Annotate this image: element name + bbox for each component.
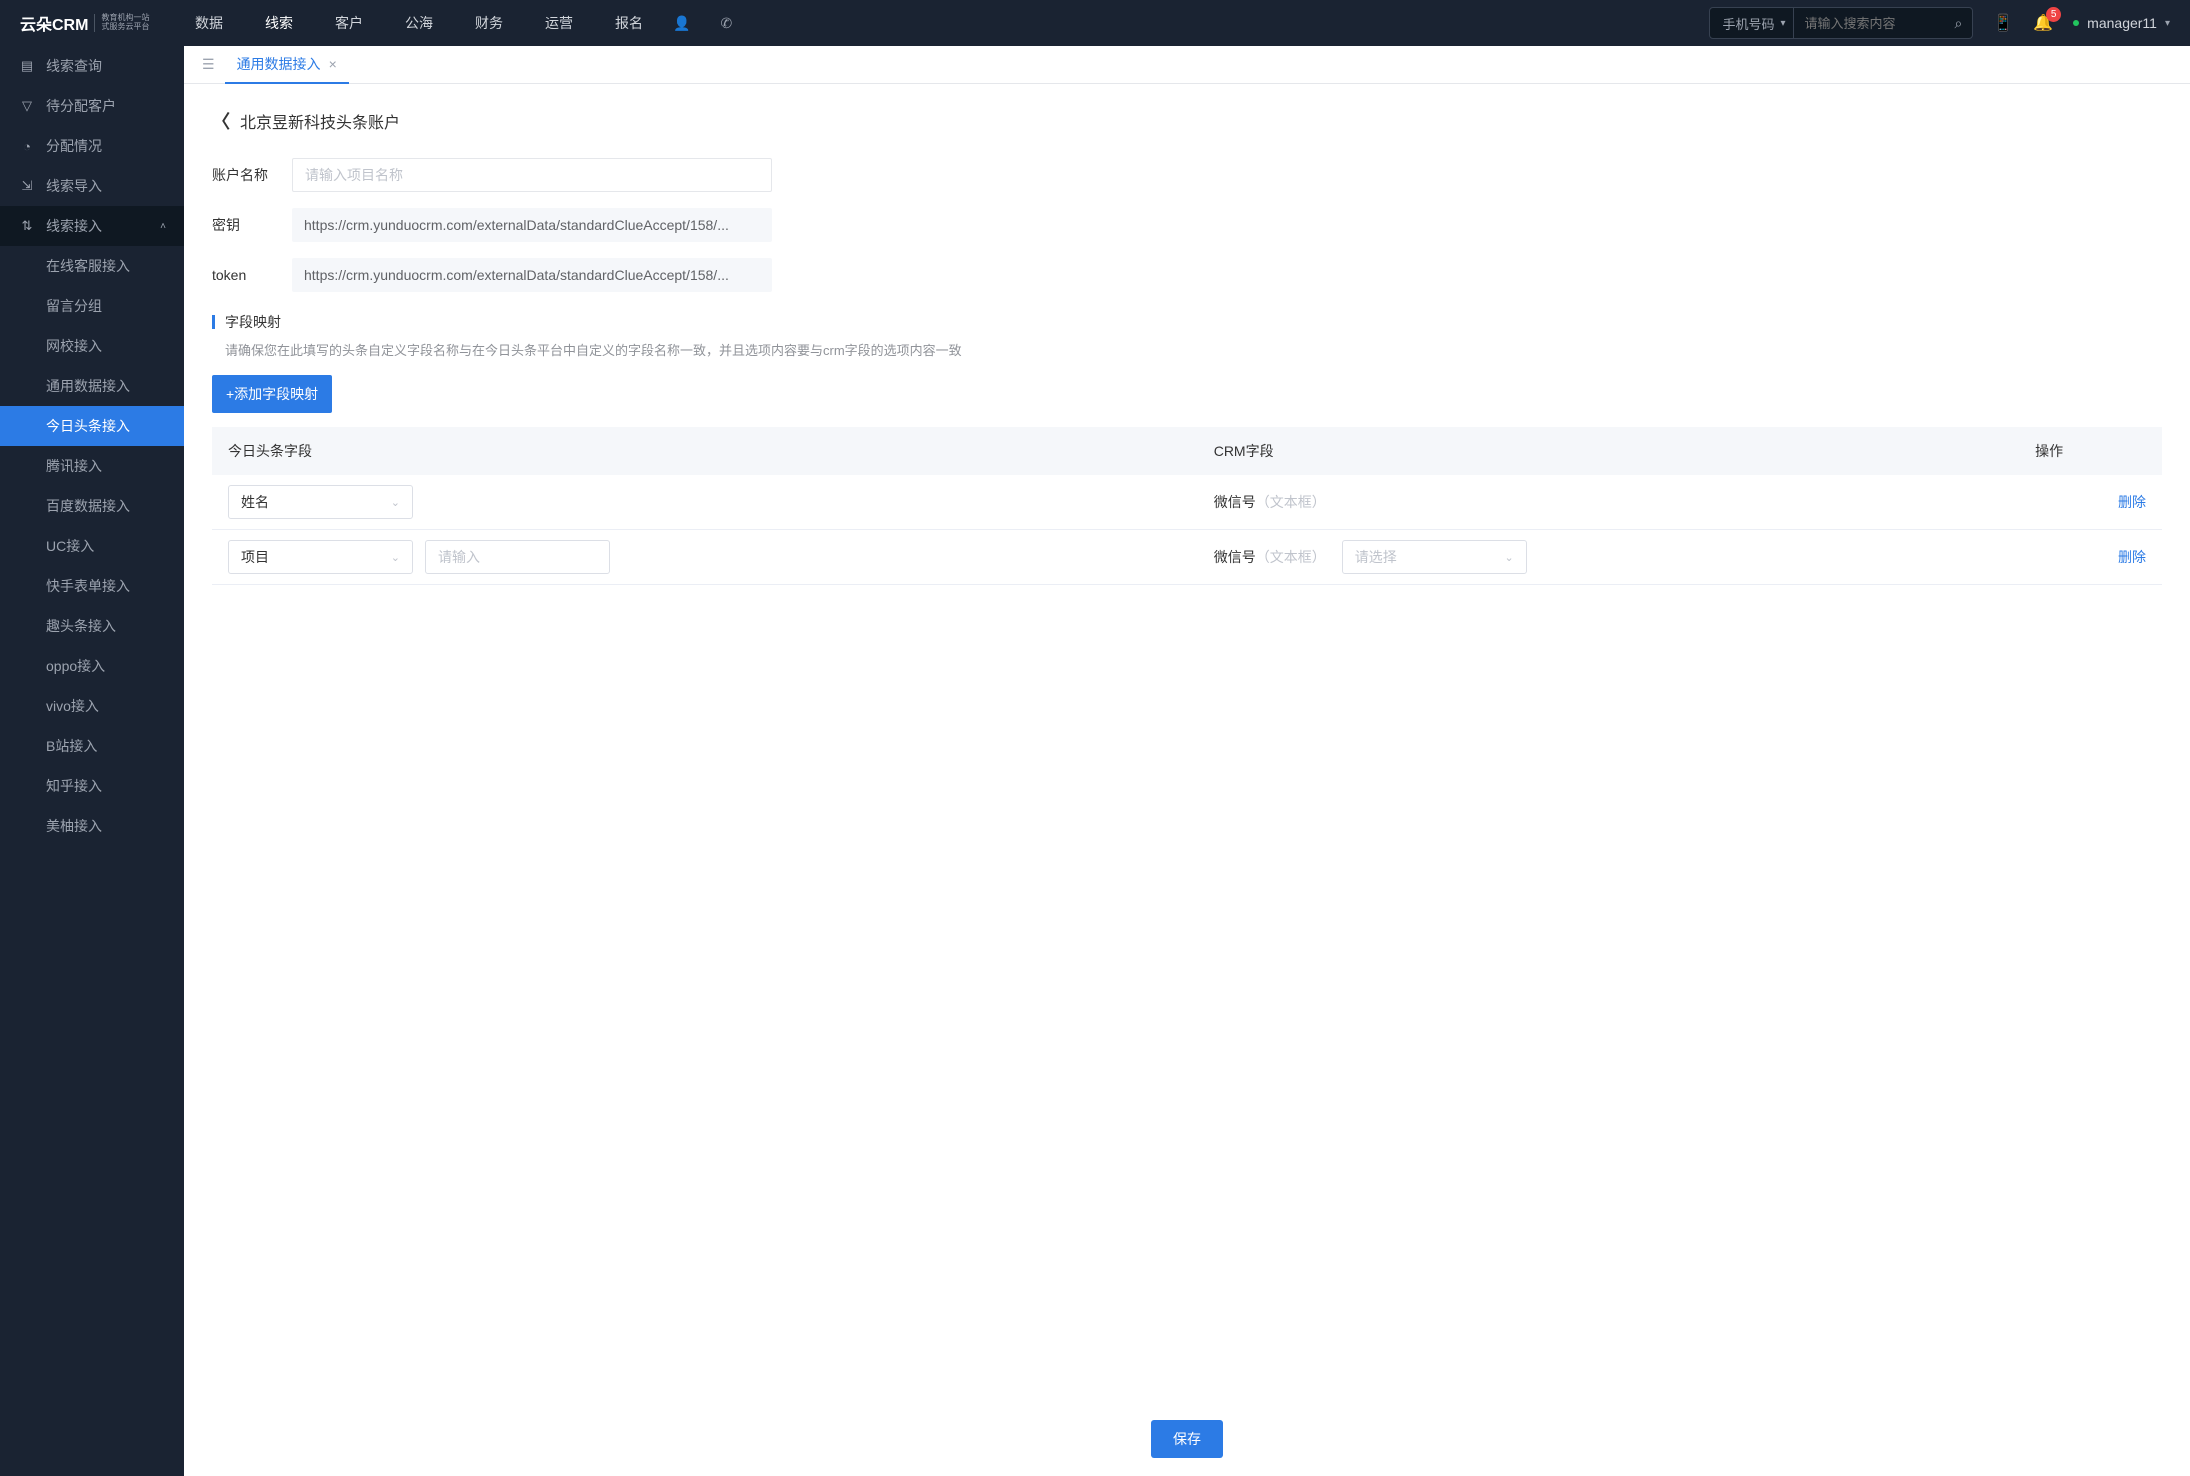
tab-active[interactable]: 通用数据接入 × — [225, 46, 349, 84]
delete-link[interactable]: 删除 — [2118, 549, 2146, 565]
table-row: 姓名⌄微信号（文本框）删除 — [212, 475, 2162, 530]
user-menu[interactable]: manager11 ▾ — [2073, 15, 2170, 31]
field-mapping-desc: 请确保您在此填写的头条自定义字段名称与在今日头条平台中自定义的字段名称一致，并且… — [225, 340, 2162, 359]
sidebar-sub-item[interactable]: 通用数据接入 — [0, 366, 184, 406]
content: 〈 北京昱新科技头条账户 账户名称 密钥 https://crm.yunduoc… — [184, 84, 2190, 1401]
top-header: 云朵CRM 教育机构一站 式服务云平台 数据 线索 客户 公海 财务 运营 报名 👤 ✆ 手… — [0, 0, 2190, 46]
crm-field-select[interactable]: 请选择⌄ — [1342, 540, 1527, 574]
nav-item[interactable]: 线索 — [265, 13, 293, 33]
logo-text: 云朵CRM — [20, 11, 88, 35]
sidebar-icon: ◔ — [18, 139, 36, 154]
sidebar-item-expandable[interactable]: ⇅线索接入˄ — [0, 206, 184, 246]
search-input[interactable] — [1794, 16, 1944, 31]
secret-label: 密钥 — [212, 215, 292, 235]
sidebar-icon: ▤ — [18, 58, 36, 74]
notification-badge: 5 — [2046, 7, 2061, 22]
sidebar-sub-item[interactable]: 在线客服接入 — [0, 246, 184, 286]
sidebar-item[interactable]: ⇲线索导入 — [0, 166, 184, 206]
page-header: 〈 北京昱新科技头条账户 — [212, 108, 2162, 134]
sidebar-sub-item[interactable]: 网校接入 — [0, 326, 184, 366]
logo-sub: 教育机构一站 式服务云平台 — [94, 14, 149, 32]
search-icon[interactable]: ⌕ — [1944, 15, 1972, 32]
page-title: 北京昱新科技头条账户 — [240, 109, 400, 133]
sidebar-sub-item[interactable]: 留言分组 — [0, 286, 184, 326]
th-toutiao: 今日头条字段 — [212, 427, 1198, 475]
tab-menu-icon[interactable]: ☰ — [192, 56, 225, 73]
sidebar-sub-item[interactable]: 快手表单接入 — [0, 566, 184, 606]
sidebar-sub-item[interactable]: 百度数据接入 — [0, 486, 184, 526]
sidebar-icon: ⇲ — [18, 178, 36, 194]
token-display[interactable]: https://crm.yunduocrm.com/externalData/s… — [292, 258, 772, 292]
account-name-input[interactable] — [292, 158, 772, 192]
sidebar-item[interactable]: ▽待分配客户 — [0, 86, 184, 126]
search-box: 手机号码 ⌕ — [1709, 7, 1973, 39]
status-dot-icon — [2073, 20, 2079, 26]
tab-bar: ☰ 通用数据接入 × — [184, 46, 2190, 84]
table-row: 项目⌄微信号（文本框）请选择⌄删除 — [212, 530, 2162, 585]
nav-item[interactable]: 运营 — [545, 13, 573, 33]
chevron-up-icon: ˄ — [160, 221, 166, 232]
token-label: token — [212, 267, 292, 283]
tab-label: 通用数据接入 — [237, 54, 321, 74]
mapping-table: 今日头条字段 CRM字段 操作 姓名⌄微信号（文本框）删除项目⌄微信号（文本框）… — [212, 427, 2162, 585]
chevron-down-icon: ▾ — [2165, 18, 2170, 29]
device-icon[interactable]: 📱 — [1993, 13, 2013, 33]
add-field-mapping-button[interactable]: +添加字段映射 — [212, 375, 332, 413]
back-icon[interactable]: 〈 — [212, 108, 230, 134]
sidebar-sub-item[interactable]: B站接入 — [0, 726, 184, 766]
chevron-down-icon: ⌄ — [391, 551, 400, 564]
logo: 云朵CRM 教育机构一站 式服务云平台 — [20, 11, 165, 35]
user-name: manager11 — [2087, 15, 2157, 31]
nav-item[interactable]: 数据 — [195, 13, 223, 33]
toutiao-extra-input[interactable] — [425, 540, 610, 574]
sidebar-sub-item[interactable]: 今日头条接入 — [0, 406, 184, 446]
toutiao-field-select[interactable]: 姓名⌄ — [228, 485, 413, 519]
chevron-down-icon: ⌄ — [391, 496, 400, 509]
nav-item[interactable]: 财务 — [475, 13, 503, 33]
nav-item[interactable]: 客户 — [335, 13, 363, 33]
sidebar-item[interactable]: ◔分配情况 — [0, 126, 184, 166]
th-crm: CRM字段 — [1198, 427, 2019, 475]
phone-icon[interactable]: ✆ — [720, 15, 732, 32]
tab-close-icon[interactable]: × — [329, 56, 337, 72]
sidebar-sub-item[interactable]: 趣头条接入 — [0, 606, 184, 646]
section-bar-icon — [212, 315, 215, 329]
sidebar-sub-item[interactable]: 知乎接入 — [0, 766, 184, 806]
nav-item[interactable]: 公海 — [405, 13, 433, 33]
nav-item[interactable]: 报名 — [615, 13, 643, 33]
sidebar-item[interactable]: ▤线索查询 — [0, 46, 184, 86]
account-name-label: 账户名称 — [212, 165, 292, 185]
save-button[interactable]: 保存 — [1151, 1420, 1223, 1458]
sidebar-sub-item[interactable]: 美柚接入 — [0, 806, 184, 846]
sidebar-icon: ⇅ — [18, 218, 36, 234]
secret-display[interactable]: https://crm.yunduocrm.com/externalData/s… — [292, 208, 772, 242]
toutiao-field-select[interactable]: 项目⌄ — [228, 540, 413, 574]
header-right: 手机号码 ⌕ 📱 🔔 5 manager11 ▾ — [1709, 7, 2170, 39]
sidebar-icon: ▽ — [18, 98, 36, 114]
sidebar-sub-item[interactable]: oppo接入 — [0, 646, 184, 686]
main-panel: ☰ 通用数据接入 × 〈 北京昱新科技头条账户 账户名称 密钥 https://… — [184, 46, 2190, 1476]
sidebar-sub-item[interactable]: 腾讯接入 — [0, 446, 184, 486]
sidebar-sub-item[interactable]: UC接入 — [0, 526, 184, 566]
th-action: 操作 — [2019, 427, 2162, 475]
delete-link[interactable]: 删除 — [2118, 494, 2146, 510]
sidebar-sub-item[interactable]: vivo接入 — [0, 686, 184, 726]
notifications[interactable]: 🔔 5 — [2033, 13, 2053, 33]
user-plus-icon[interactable]: 👤 — [673, 15, 690, 32]
search-category-select[interactable]: 手机号码 — [1710, 8, 1794, 38]
field-mapping-title: 字段映射 — [212, 312, 2162, 332]
main-nav: 数据 线索 客户 公海 财务 运营 报名 — [195, 13, 643, 33]
chevron-down-icon: ⌄ — [1504, 551, 1513, 564]
footer: 保存 — [184, 1401, 2190, 1476]
sidebar: ▤线索查询▽待分配客户◔分配情况⇲线索导入⇅线索接入˄在线客服接入留言分组网校接… — [0, 46, 184, 1476]
